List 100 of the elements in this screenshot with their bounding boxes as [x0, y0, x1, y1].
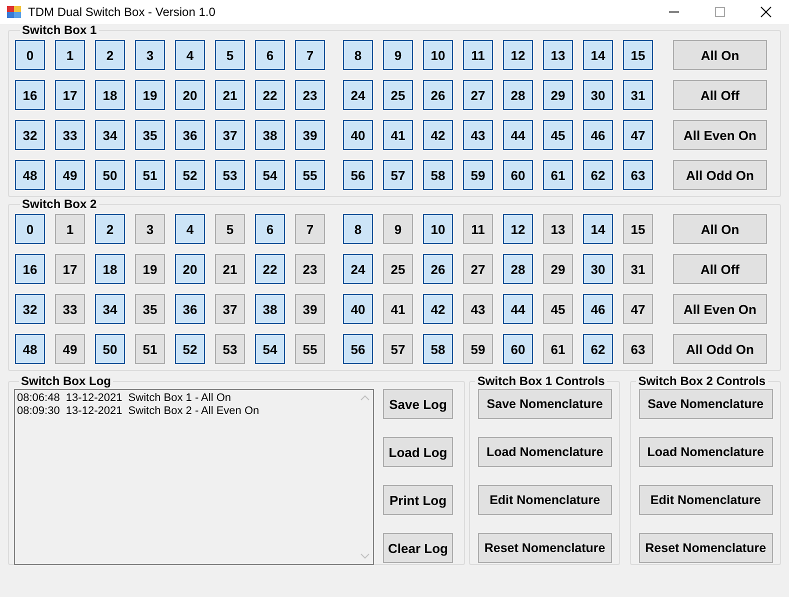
switch-button[interactable]: 62	[583, 160, 613, 190]
switch-button[interactable]: 24	[343, 80, 373, 110]
action-button[interactable]: All Odd On	[673, 160, 767, 190]
nomenclature-button[interactable]: Edit Nomenclature	[478, 485, 612, 515]
switch-button[interactable]: 27	[463, 80, 493, 110]
switch-button[interactable]: 51	[135, 334, 165, 364]
switch-button[interactable]: 56	[343, 160, 373, 190]
switch-button[interactable]: 11	[463, 214, 493, 244]
action-button[interactable]: All Off	[673, 80, 767, 110]
switch-button[interactable]: 55	[295, 160, 325, 190]
nomenclature-button[interactable]: Load Nomenclature	[478, 437, 612, 467]
switch-button[interactable]: 60	[503, 334, 533, 364]
switch-button[interactable]: 5	[215, 40, 245, 70]
switch-button[interactable]: 45	[543, 120, 573, 150]
switch-button[interactable]: 38	[255, 294, 285, 324]
switch-button[interactable]: 55	[295, 334, 325, 364]
switch-button[interactable]: 1	[55, 214, 85, 244]
switch-button[interactable]: 10	[423, 214, 453, 244]
switch-button[interactable]: 14	[583, 40, 613, 70]
switch-button[interactable]: 27	[463, 254, 493, 284]
switch-button[interactable]: 42	[423, 120, 453, 150]
switch-button[interactable]: 15	[623, 40, 653, 70]
switch-button[interactable]: 20	[175, 254, 205, 284]
switch-button[interactable]: 62	[583, 334, 613, 364]
switch-button[interactable]: 28	[503, 254, 533, 284]
switch-button[interactable]: 35	[135, 120, 165, 150]
switch-button[interactable]: 34	[95, 120, 125, 150]
switch-button[interactable]: 50	[95, 334, 125, 364]
switch-button[interactable]: 59	[463, 334, 493, 364]
switch-button[interactable]: 32	[15, 120, 45, 150]
switch-button[interactable]: 8	[343, 40, 373, 70]
nomenclature-button[interactable]: Save Nomenclature	[638, 389, 773, 419]
switch-button[interactable]: 46	[583, 120, 613, 150]
nomenclature-button[interactable]: Reset Nomenclature	[638, 533, 773, 563]
switch-button[interactable]: 16	[15, 254, 45, 284]
switch-button[interactable]: 31	[623, 80, 653, 110]
switch-button[interactable]: 57	[383, 160, 413, 190]
action-button[interactable]: All Even On	[673, 294, 767, 324]
switch-button[interactable]: 42	[423, 294, 453, 324]
switch-button[interactable]: 61	[543, 160, 573, 190]
switch-button[interactable]: 48	[15, 160, 45, 190]
switch-button[interactable]: 9	[383, 40, 413, 70]
switch-button[interactable]: 4	[175, 214, 205, 244]
switch-button[interactable]: 21	[215, 254, 245, 284]
switch-button[interactable]: 34	[95, 294, 125, 324]
switch-button[interactable]: 19	[135, 80, 165, 110]
switch-button[interactable]: 0	[15, 214, 45, 244]
switch-button[interactable]: 63	[623, 334, 653, 364]
switch-button[interactable]: 61	[543, 334, 573, 364]
switch-button[interactable]: 32	[15, 294, 45, 324]
switch-button[interactable]: 40	[343, 294, 373, 324]
switch-button[interactable]: 7	[295, 40, 325, 70]
action-button[interactable]: All Odd On	[673, 334, 767, 364]
switch-button[interactable]: 37	[215, 120, 245, 150]
switch-button[interactable]: 25	[383, 254, 413, 284]
switch-button[interactable]: 49	[55, 334, 85, 364]
switch-button[interactable]: 4	[175, 40, 205, 70]
action-button[interactable]: All Even On	[673, 120, 767, 150]
switch-button[interactable]: 53	[215, 334, 245, 364]
switch-button[interactable]: 17	[55, 254, 85, 284]
switch-button[interactable]: 54	[255, 160, 285, 190]
switch-button[interactable]: 56	[343, 334, 373, 364]
switch-button[interactable]: 54	[255, 334, 285, 364]
switch-button[interactable]: 43	[463, 294, 493, 324]
log-button[interactable]: Clear Log	[383, 533, 453, 563]
switch-button[interactable]: 8	[343, 214, 373, 244]
switch-button[interactable]: 36	[175, 120, 205, 150]
switch-button[interactable]: 36	[175, 294, 205, 324]
log-button[interactable]: Load Log	[383, 437, 453, 467]
switch-button[interactable]: 47	[623, 120, 653, 150]
log-list[interactable]: 08:06:48 13-12-2021 Switch Box 1 - All On 08:09:30 13-12-2021 Switch Box 2 - All Even On	[14, 389, 374, 565]
switch-button[interactable]: 43	[463, 120, 493, 150]
switch-button[interactable]: 58	[423, 160, 453, 190]
switch-button[interactable]: 48	[15, 334, 45, 364]
switch-button[interactable]: 44	[503, 294, 533, 324]
switch-button[interactable]: 3	[135, 40, 165, 70]
switch-button[interactable]: 3	[135, 214, 165, 244]
switch-button[interactable]: 7	[295, 214, 325, 244]
switch-button[interactable]: 49	[55, 160, 85, 190]
switch-button[interactable]: 29	[543, 254, 573, 284]
switch-button[interactable]: 18	[95, 80, 125, 110]
switch-button[interactable]: 37	[215, 294, 245, 324]
switch-button[interactable]: 33	[55, 294, 85, 324]
switch-button[interactable]: 17	[55, 80, 85, 110]
nomenclature-button[interactable]: Edit Nomenclature	[638, 485, 773, 515]
switch-button[interactable]: 26	[423, 254, 453, 284]
switch-button[interactable]: 58	[423, 334, 453, 364]
switch-button[interactable]: 28	[503, 80, 533, 110]
switch-button[interactable]: 20	[175, 80, 205, 110]
switch-button[interactable]: 6	[255, 40, 285, 70]
switch-button[interactable]: 39	[295, 120, 325, 150]
switch-button[interactable]: 2	[95, 214, 125, 244]
switch-button[interactable]: 21	[215, 80, 245, 110]
switch-button[interactable]: 44	[503, 120, 533, 150]
switch-button[interactable]: 5	[215, 214, 245, 244]
switch-button[interactable]: 25	[383, 80, 413, 110]
switch-button[interactable]: 29	[543, 80, 573, 110]
log-button[interactable]: Save Log	[383, 389, 453, 419]
switch-button[interactable]: 63	[623, 160, 653, 190]
switch-button[interactable]: 35	[135, 294, 165, 324]
